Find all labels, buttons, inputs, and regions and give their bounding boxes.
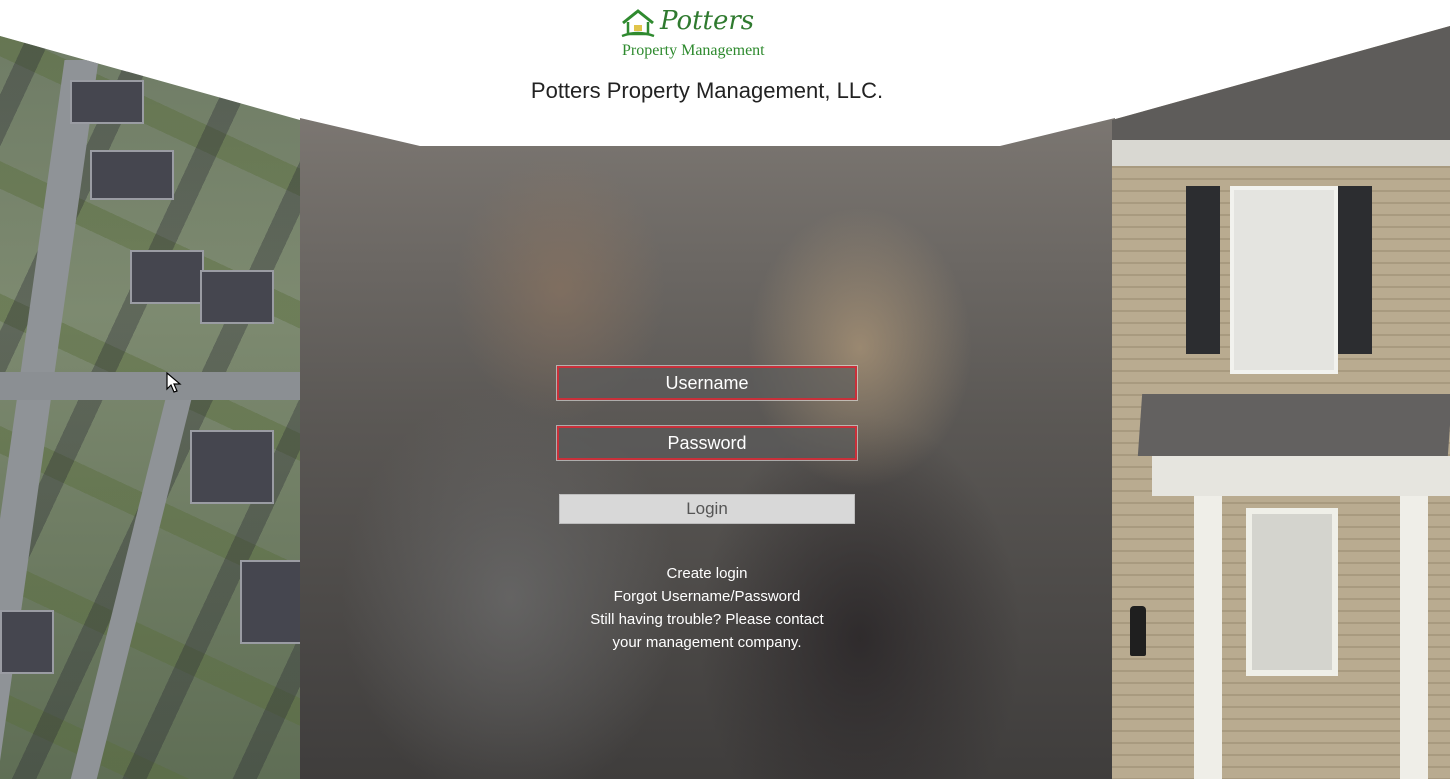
house-window	[1230, 186, 1338, 374]
porch-column	[1194, 496, 1222, 779]
help-text-line2: your management company.	[612, 634, 802, 651]
house-facade-image	[1112, 26, 1450, 779]
trim	[1112, 140, 1450, 166]
house-roof	[90, 150, 174, 200]
house-roof	[240, 560, 300, 644]
company-logo[interactable]: Potters Property Management	[620, 6, 810, 64]
help-links: Create login Forgot Username/Password St…	[507, 562, 907, 654]
roof	[1112, 26, 1450, 140]
lamp	[1130, 606, 1146, 656]
house-roof	[0, 610, 54, 674]
forgot-credentials-link[interactable]: Forgot Username/Password	[507, 585, 907, 608]
house-roof	[190, 430, 274, 504]
trim	[1152, 456, 1450, 496]
house-roof	[200, 270, 274, 324]
aerial-neighborhood-image	[0, 36, 300, 779]
username-input[interactable]	[556, 365, 858, 401]
house-window	[1246, 508, 1338, 676]
login-button[interactable]: Login	[559, 494, 855, 524]
porch-column	[1400, 496, 1428, 779]
shutter	[1186, 186, 1220, 354]
shutter	[1338, 186, 1372, 354]
house-logo-icon	[621, 9, 655, 38]
porch-roof	[1137, 394, 1450, 456]
help-text-line1: Still having trouble? Please contact	[590, 611, 824, 628]
road	[0, 372, 300, 400]
logo-tagline: Property Management	[622, 42, 765, 59]
house-roof	[130, 250, 204, 304]
road	[70, 400, 192, 779]
page-title: Potters Property Management, LLC.	[530, 78, 884, 103]
logo-wordmark: Potters	[660, 6, 755, 36]
mouse-cursor-icon	[166, 372, 182, 393]
create-login-link[interactable]: Create login	[507, 562, 907, 585]
password-input[interactable]	[556, 425, 858, 461]
